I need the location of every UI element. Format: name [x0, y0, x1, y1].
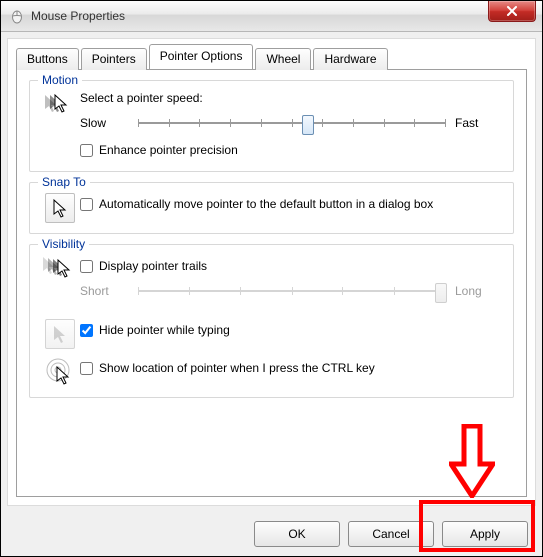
tab-strip: Buttons Pointers Pointer Options Wheel H… — [16, 45, 527, 69]
tab-label: Wheel — [266, 52, 300, 66]
close-icon — [506, 6, 518, 16]
pointer-trails-checkbox[interactable]: Display pointer trails — [80, 259, 503, 273]
checkbox-label: Enhance pointer precision — [99, 143, 238, 157]
ctrl-locate-icon — [40, 357, 80, 387]
button-label: Apply — [470, 527, 500, 541]
slow-label: Slow — [80, 116, 128, 130]
checkbox-label: Hide pointer while typing — [99, 323, 230, 337]
tab-page-pointer-options: Motion Select a pointer speed: — [16, 69, 527, 497]
checkbox-label: Show location of pointer when I press th… — [99, 361, 375, 375]
tab-hardware[interactable]: Hardware — [313, 48, 387, 70]
close-button[interactable] — [488, 1, 536, 22]
group-legend: Snap To — [38, 175, 90, 189]
button-label: Cancel — [372, 527, 409, 541]
group-motion: Motion Select a pointer speed: — [29, 80, 514, 172]
enhance-precision-checkbox[interactable]: Enhance pointer precision — [80, 143, 503, 157]
checkbox-input[interactable] — [80, 144, 93, 157]
tab-pointer-options[interactable]: Pointer Options — [149, 44, 254, 69]
ctrl-locate-checkbox[interactable]: Show location of pointer when I press th… — [80, 361, 503, 375]
pointer-speed-slider[interactable] — [138, 113, 445, 133]
snap-icon — [40, 193, 80, 223]
long-label: Long — [455, 284, 503, 298]
checkbox-label: Automatically move pointer to the defaul… — [99, 197, 433, 211]
group-snap-to: Snap To Automatical — [29, 182, 514, 234]
client-area: Buttons Pointers Pointer Options Wheel H… — [1, 32, 542, 556]
checkbox-input[interactable] — [80, 324, 93, 337]
dialog-button-row: OK Cancel Apply — [1, 512, 542, 556]
group-legend: Visibility — [38, 237, 89, 251]
tab-pointers[interactable]: Pointers — [81, 48, 147, 70]
fast-label: Fast — [455, 116, 503, 130]
tab-buttons[interactable]: Buttons — [16, 48, 79, 70]
checkbox-input[interactable] — [80, 260, 93, 273]
trail-length-slider — [138, 281, 445, 301]
short-label: Short — [80, 284, 128, 298]
checkbox-input[interactable] — [80, 362, 93, 375]
tab-label: Pointers — [92, 52, 136, 66]
group-visibility: Visibility — [29, 244, 514, 398]
hide-typing-icon — [40, 319, 80, 349]
checkbox-input[interactable] — [80, 198, 93, 211]
button-label: OK — [288, 527, 305, 541]
window-title: Mouse Properties — [31, 9, 125, 23]
motion-prompt: Select a pointer speed: — [80, 91, 503, 105]
ok-button[interactable]: OK — [254, 521, 340, 547]
property-sheet: Buttons Pointers Pointer Options Wheel H… — [7, 38, 536, 506]
tab-label: Pointer Options — [160, 49, 243, 63]
tab-label: Hardware — [324, 52, 376, 66]
hide-while-typing-checkbox[interactable]: Hide pointer while typing — [80, 323, 503, 337]
titlebar: Mouse Properties — [1, 1, 542, 32]
tab-label: Buttons — [27, 52, 68, 66]
group-legend: Motion — [38, 73, 82, 87]
motion-icon — [40, 91, 80, 125]
apply-button[interactable]: Apply — [442, 521, 528, 547]
mouse-icon — [9, 8, 25, 24]
mouse-properties-window: Mouse Properties Buttons Pointers Pointe… — [0, 0, 543, 557]
snap-to-default-checkbox[interactable]: Automatically move pointer to the defaul… — [80, 197, 503, 211]
checkbox-label: Display pointer trails — [99, 259, 207, 273]
tab-wheel[interactable]: Wheel — [255, 48, 311, 70]
cancel-button[interactable]: Cancel — [348, 521, 434, 547]
trails-icon — [40, 255, 80, 285]
